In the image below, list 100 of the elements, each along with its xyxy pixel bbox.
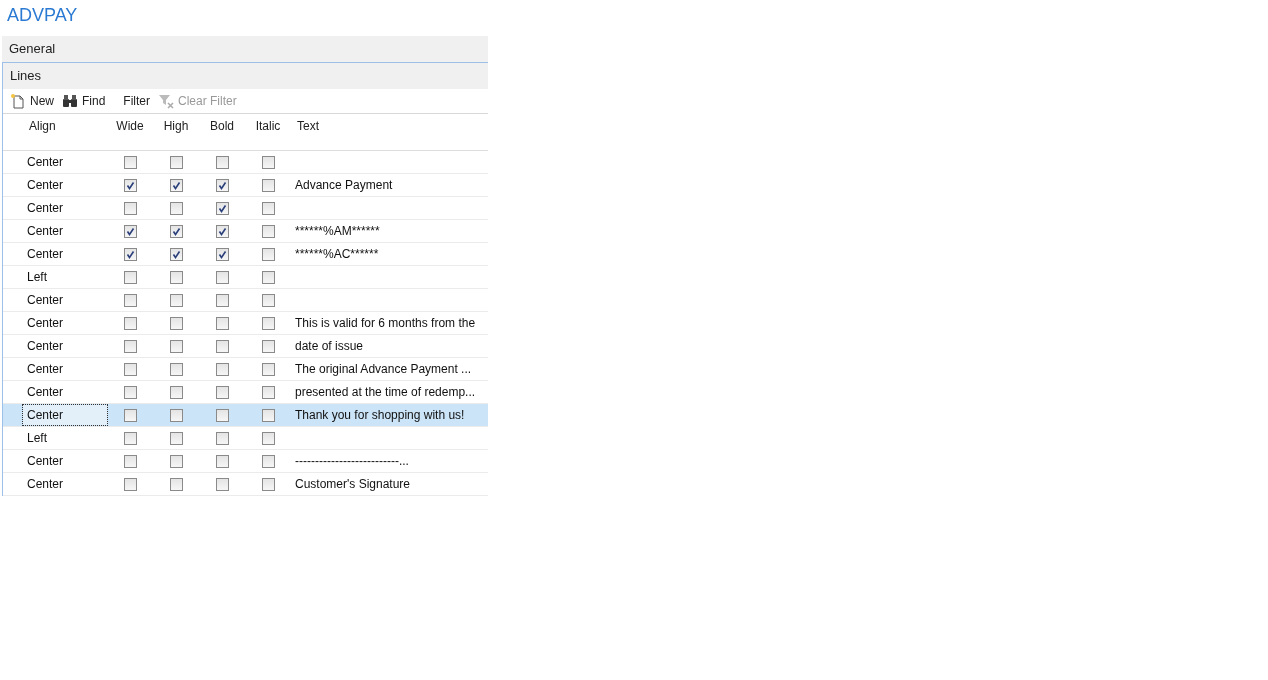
table-cell-text: Left [26,430,48,447]
table-cell-text: Advance Payment [294,178,394,192]
checkbox[interactable] [261,339,275,353]
checkbox[interactable] [215,408,229,422]
checkbox[interactable] [169,270,183,284]
checkbox[interactable] [123,224,137,238]
checkbox[interactable] [261,201,275,215]
checkbox[interactable] [215,316,229,330]
page-title: ADVPAY [6,4,79,27]
checkbox[interactable] [123,408,137,422]
checkbox[interactable] [215,293,229,307]
checkbox[interactable] [123,385,137,399]
checkbox[interactable] [123,178,137,192]
checkbox[interactable] [261,454,275,468]
table-cell-text: This is valid for 6 months from the [294,316,477,330]
column-header[interactable]: Text [291,119,487,133]
checkbox[interactable] [215,247,229,261]
checkbox[interactable] [169,431,183,445]
checkbox[interactable] [215,201,229,215]
checkbox[interactable] [261,224,275,238]
checkbox[interactable] [123,454,137,468]
table-cell-text: presented at the time of redemp... [294,385,477,399]
checkbox[interactable] [215,385,229,399]
find-button[interactable]: Find [60,94,112,108]
table-cell-text: --------------------------... [294,454,410,468]
checkbox[interactable] [169,339,183,353]
checkbox[interactable] [123,155,137,169]
table-cell-text: Center [26,292,65,309]
table-cell-text: Center [26,223,65,240]
table-cell-text: Center [26,361,65,378]
checkbox[interactable] [169,408,183,422]
checkbox[interactable] [169,201,183,215]
checkbox[interactable] [169,454,183,468]
table-cell-text: Center [26,154,65,171]
checkbox[interactable] [215,339,229,353]
checkbox[interactable] [169,316,183,330]
table-cell-text: Center [26,453,65,470]
checkbox[interactable] [169,247,183,261]
checkbox[interactable] [169,178,183,192]
column-header[interactable]: Italic [245,119,291,133]
checkbox[interactable] [261,247,275,261]
checkbox[interactable] [169,155,183,169]
column-header[interactable]: Bold [199,119,245,133]
table-cell-text: Center [26,476,65,493]
new-document-icon [10,93,26,109]
checkbox[interactable] [169,224,183,238]
table-cell-text: Center [26,315,65,332]
checkbox[interactable] [123,201,137,215]
checkbox[interactable] [123,293,137,307]
checkbox[interactable] [215,454,229,468]
section-header[interactable]: General [2,36,488,62]
new-button[interactable]: New [8,93,60,109]
checkbox[interactable] [123,362,137,376]
checkbox[interactable] [261,477,275,491]
binoculars-icon [62,94,78,108]
table-cell-text: Center [26,246,65,263]
table-cell: Center [23,405,107,425]
checkbox[interactable] [261,316,275,330]
filter-button[interactable]: Filter [121,94,157,108]
table-cell-text: Center [26,338,65,355]
checkbox[interactable] [215,178,229,192]
checkbox[interactable] [261,385,275,399]
checkbox[interactable] [123,339,137,353]
column-header[interactable]: High [153,119,199,133]
checkbox[interactable] [215,224,229,238]
checkbox[interactable] [261,431,275,445]
checkbox[interactable] [169,362,183,376]
checkbox[interactable] [215,270,229,284]
table-cell-text: Left [26,269,48,286]
checkbox[interactable] [261,270,275,284]
checkbox[interactable] [169,385,183,399]
table-cell-text: Center [26,200,65,217]
checkbox[interactable] [261,408,275,422]
checkbox[interactable] [123,247,137,261]
checkbox[interactable] [215,155,229,169]
checkbox[interactable] [169,293,183,307]
checkbox[interactable] [215,362,229,376]
clear-filter-icon [158,93,175,109]
checkbox[interactable] [261,362,275,376]
checkbox[interactable] [261,155,275,169]
checkbox[interactable] [123,477,137,491]
column-header[interactable]: Wide [107,119,153,133]
checkbox[interactable] [215,477,229,491]
checkbox[interactable] [261,293,275,307]
checkbox[interactable] [123,316,137,330]
table-cell-text: Thank you for shopping with us! [294,408,466,422]
selected-row[interactable]: Center Thank you for shopping with us! [3,404,488,427]
checkbox[interactable] [215,431,229,445]
column-header[interactable]: Align [23,119,107,133]
table-cell-text: ******%AM****** [294,224,381,238]
table-cell-text: date of issue [294,339,365,353]
table-cell-text: Center [26,177,65,194]
checkbox[interactable] [169,477,183,491]
table-cell-text: Customer's Signature [294,477,411,491]
checkbox[interactable] [261,178,275,192]
checkbox[interactable] [123,270,137,284]
section-header[interactable]: Lines [3,63,488,89]
table-cell-text: The original Advance Payment ... [294,362,473,376]
checkbox[interactable] [123,431,137,445]
table-cell-text: ******%AC****** [294,247,380,261]
